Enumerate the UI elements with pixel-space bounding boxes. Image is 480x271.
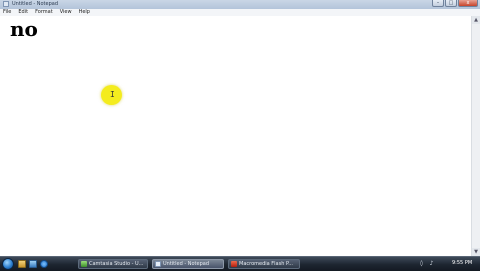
system-tray: ◊ ♪ [418, 260, 435, 267]
menu-file[interactable]: File [0, 9, 15, 16]
scroll-down-icon[interactable]: ▼ [472, 248, 480, 256]
text-cursor-icon: I [110, 90, 115, 99]
explorer-icon[interactable] [18, 260, 26, 268]
menu-view[interactable]: View [57, 9, 76, 16]
minimize-button[interactable]: – [432, 0, 444, 7]
text-editor[interactable]: no [0, 16, 471, 256]
scroll-up-icon[interactable]: ▲ [472, 16, 480, 24]
window-title: Untitled - Notepad [12, 1, 59, 7]
network-icon[interactable]: ◊ [418, 260, 425, 267]
editor-content: no [10, 17, 38, 41]
camtasia-icon [81, 261, 87, 267]
task-notepad[interactable]: Untitled - Notepad [152, 259, 224, 269]
taskbar: Camtasia Studio - U... Untitled - Notepa… [0, 256, 480, 271]
task-label: Untitled - Notepad [163, 261, 210, 267]
task-label: Macromedia Flash P... [239, 261, 293, 267]
menu-help[interactable]: Help [76, 9, 94, 16]
notepad-icon [155, 261, 161, 267]
quick-launch [18, 260, 48, 268]
task-flash[interactable]: Macromedia Flash P... [228, 259, 300, 269]
maximize-button[interactable]: □ [445, 0, 457, 7]
notepad-icon [3, 1, 9, 7]
flash-icon [231, 261, 237, 267]
volume-icon[interactable]: ♪ [428, 260, 435, 267]
start-button[interactable] [2, 258, 14, 270]
window-controls: – □ x [432, 0, 478, 8]
browser-icon[interactable] [40, 260, 48, 268]
menu-format[interactable]: Format [32, 9, 57, 16]
desktop-icon[interactable] [29, 260, 37, 268]
close-button[interactable]: x [458, 0, 478, 7]
task-camtasia[interactable]: Camtasia Studio - U... [78, 259, 148, 269]
menu-edit[interactable]: Edit [15, 9, 32, 16]
vertical-scrollbar[interactable]: ▲ ▼ [471, 16, 480, 256]
task-label: Camtasia Studio - U... [89, 261, 144, 267]
clock[interactable]: 9:55 PM [452, 260, 472, 267]
